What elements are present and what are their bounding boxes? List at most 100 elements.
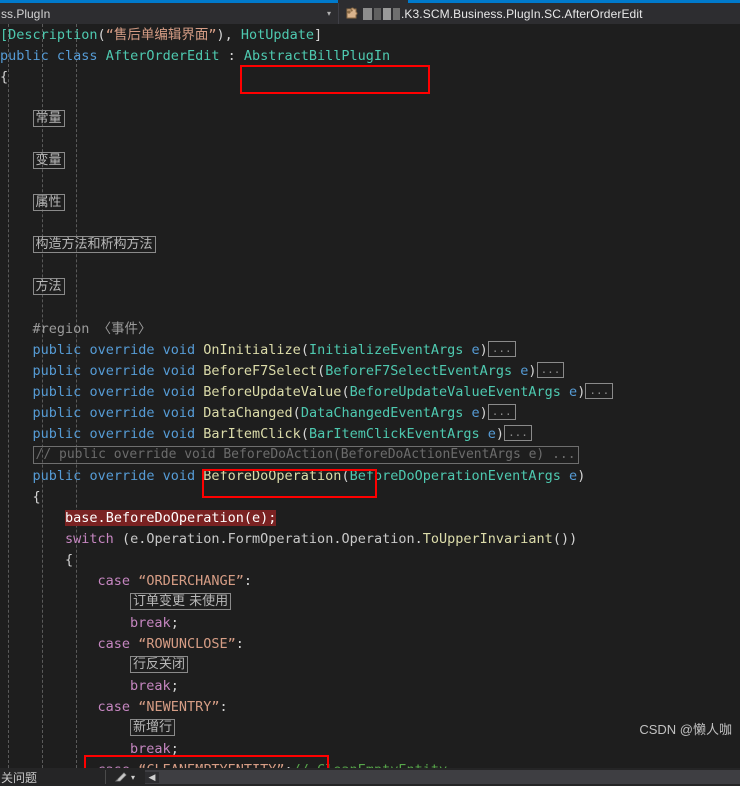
code-token: ): [577, 468, 586, 484]
code-line-blank-5[interactable]: [0, 256, 740, 277]
collapsed-body-ellipsis[interactable]: ...: [487, 404, 516, 420]
redacted-block-2: [374, 7, 381, 20]
code-line-method-oninitialize[interactable]: public override void OnInitialize(Initia…: [0, 340, 740, 361]
collapsed-region-box[interactable]: 常量: [32, 109, 65, 127]
collapsed-region-box[interactable]: 属性: [32, 193, 65, 211]
code-line-region-variables[interactable]: 变量: [0, 151, 740, 172]
pen-tool-button[interactable]: ▾: [114, 771, 135, 783]
code-editor[interactable]: [Description(“售后单编辑界面”), HotUpdate] publi…: [0, 24, 740, 768]
code-line-class-declaration[interactable]: public class AfterOrderEdit : AbstractBi…: [0, 46, 740, 67]
code-line-case-cleanemptyentity[interactable]: case “CLEANEMPTYENTITY”:// CleanEmptyEnt…: [0, 760, 740, 768]
code-line-region-constants[interactable]: 常量: [0, 109, 740, 130]
code-line-blank-4[interactable]: [0, 214, 740, 235]
code-token: AfterOrderEdit: [105, 48, 220, 64]
code-token: case: [97, 573, 131, 589]
collapsed-body-ellipsis[interactable]: ...: [504, 425, 532, 441]
code-token: e: [569, 384, 578, 400]
collapsed-region-box[interactable]: 订单变更 未使用: [130, 592, 232, 610]
code-line-break-3[interactable]: break;: [0, 739, 740, 760]
code-token: ;: [170, 741, 179, 757]
code-token: public: [32, 384, 82, 400]
code-line-method-beforeupdatevalue[interactable]: public override void BeforeUpdateValue(B…: [0, 382, 740, 403]
code-token: BeforeF7SelectEventArgs: [325, 363, 513, 379]
code-token: BeforeUpdateValueEventArgs: [349, 384, 561, 400]
redacted-block-1: [363, 7, 372, 20]
chevron-down-icon[interactable]: ▾: [327, 9, 334, 18]
code-line-blank-1[interactable]: [0, 88, 740, 109]
code-line-switch-open-brace[interactable]: {: [0, 550, 740, 571]
code-token: e: [130, 531, 139, 547]
code-token: [Description: [0, 27, 98, 43]
code-line-blank-3[interactable]: [0, 172, 740, 193]
code-token: DataChanged: [203, 405, 293, 421]
code-token: (: [341, 468, 350, 484]
collapsed-region-box[interactable]: 变量: [32, 151, 65, 169]
collapsed-region-box[interactable]: 方法: [32, 277, 65, 295]
collapsed-region-box[interactable]: 新增行: [130, 718, 176, 736]
code-token: ): [577, 384, 586, 400]
member-dropdown-label: .K3.SCM.Business.PlugIn.SC.AfterOrderEdi…: [401, 6, 643, 21]
code-line-method-datachanged[interactable]: public override void DataChanged(DataCha…: [0, 403, 740, 424]
code-token: BeforeDoOperationEventArgs: [349, 468, 561, 484]
code-line-break-2[interactable]: break;: [0, 676, 740, 697]
collapsed-body-ellipsis[interactable]: ...: [585, 383, 614, 399]
code-line-switch-line[interactable]: switch (e.Operation.FormOperation.Operat…: [0, 529, 740, 550]
code-line-region-rowunclose-body[interactable]: 行反关闭: [0, 655, 740, 676]
navigation-bar: ss.PlugIn ▾ .K3.SCM.Business.PlugIn.SC.A…: [0, 3, 740, 24]
code-line-region-orderchange-body[interactable]: 订单变更 未使用: [0, 592, 740, 613]
collapsed-body-ellipsis[interactable]: ...: [536, 362, 565, 378]
code-line-region-properties[interactable]: 属性: [0, 193, 740, 214]
code-line-method-open-brace[interactable]: {: [0, 487, 740, 508]
code-line-region-methods[interactable]: 方法: [0, 277, 740, 298]
scroll-left-arrow-icon[interactable]: ◀: [145, 771, 160, 783]
code-line-method-beforef7select[interactable]: public override void BeforeF7Select(Befo…: [0, 361, 740, 382]
code-line-blank-6[interactable]: [0, 298, 740, 319]
code-line-region-events-directive[interactable]: #region 〈事件〉: [0, 319, 740, 340]
code-line-case-newentry[interactable]: case “NEWENTRY”:: [0, 697, 740, 718]
code-line-attribute-line[interactable]: [Description(“售后单编辑界面”), HotUpdate]: [0, 25, 740, 46]
code-lines[interactable]: [Description(“售后单编辑界面”), HotUpdate] publi…: [0, 24, 740, 768]
code-line-break-1[interactable]: break;: [0, 613, 740, 634]
code-token: (: [97, 27, 106, 43]
code-token: void: [162, 384, 196, 400]
chevron-down-icon[interactable]: ▾: [131, 773, 135, 782]
code-line-region-ctor-dtor[interactable]: 构造方法和析构方法: [0, 235, 740, 256]
code-token: BeforeF7Select: [203, 363, 318, 379]
horizontal-scrollbar[interactable]: ◀: [145, 770, 740, 784]
member-dropdown[interactable]: .K3.SCM.Business.PlugIn.SC.AfterOrderEdi…: [339, 3, 740, 24]
code-token: BeforeDoOperation: [105, 510, 244, 526]
collapsed-region-box[interactable]: 行反关闭: [130, 655, 189, 673]
scrollbar-track[interactable]: [159, 770, 740, 784]
code-token: (: [113, 531, 131, 547]
code-token: base: [65, 510, 98, 526]
collapsed-body-ellipsis[interactable]: ...: [487, 341, 516, 357]
code-token: {: [0, 552, 74, 568]
type-dropdown[interactable]: ss.PlugIn ▾: [0, 3, 338, 24]
code-line-region-newentry-body[interactable]: 新增行: [0, 718, 740, 739]
code-token: 〈事件〉: [89, 321, 152, 337]
code-line-base-call-line[interactable]: base.BeforeDoOperation(e);: [0, 508, 740, 529]
collapsed-comment-box[interactable]: // public override void BeforeDoAction(B…: [32, 446, 579, 464]
code-token: override: [89, 363, 155, 379]
code-line-case-orderchange[interactable]: case “ORDERCHANGE”:: [0, 571, 740, 592]
code-line-method-beforedooperation[interactable]: public override void BeforeDoOperation(B…: [0, 466, 740, 487]
collapsed-region-box[interactable]: 构造方法和析构方法: [32, 235, 156, 253]
code-line-blank-2[interactable]: [0, 130, 740, 151]
code-token: #region: [32, 321, 90, 337]
code-line-method-baritemclick[interactable]: public override void BarItemClick(BarIte…: [0, 424, 740, 445]
code-line-class-open-brace[interactable]: {: [0, 67, 740, 88]
code-line-case-rowunclose[interactable]: case “ROWUNCLOSE”:: [0, 634, 740, 655]
code-token: ;: [170, 678, 179, 694]
code-line-commented-beforedoaction[interactable]: // public override void BeforeDoAction(B…: [0, 445, 740, 466]
